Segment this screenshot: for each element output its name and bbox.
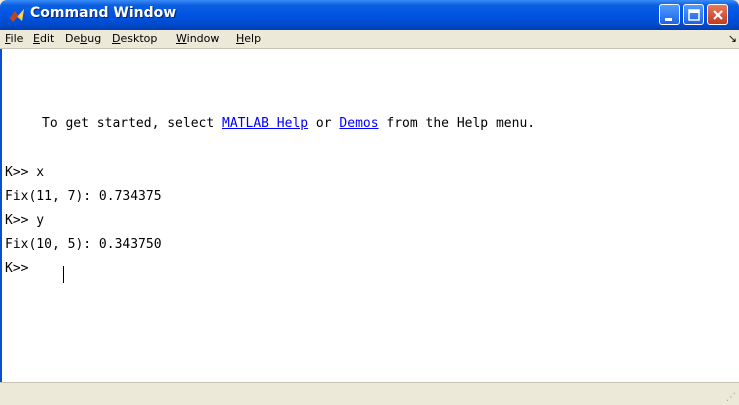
demos-link[interactable]: Demos — [339, 116, 378, 131]
minimize-icon — [665, 18, 672, 21]
maximize-icon — [688, 9, 700, 21]
console-line-output-x: Fix(11, 7): 0.734375 — [5, 189, 162, 204]
menu-file[interactable]: File — [5, 32, 23, 45]
menu-file-rest: ile — [10, 32, 24, 45]
command-window: Command Window File Edit Debug Desktop W… — [0, 0, 739, 405]
status-bar: ⋰ — [0, 382, 739, 405]
close-icon — [713, 10, 723, 20]
menu-window-rest: indow — [186, 32, 220, 45]
menu-window-mnemonic: W — [176, 32, 187, 45]
console-line-prompt-x: K>> x — [5, 165, 45, 180]
menu-desktop-rest: esktop — [120, 32, 158, 45]
minimize-button[interactable] — [659, 4, 680, 25]
menu-help[interactable]: Help — [236, 32, 261, 45]
menu-window[interactable]: Window — [176, 32, 219, 45]
matlab-help-link[interactable]: MATLAB Help — [222, 116, 308, 131]
intro-middle: or — [308, 116, 340, 131]
console-line-output-y: Fix(10, 5): 0.343750 — [5, 237, 162, 252]
menu-desktop[interactable]: Desktop — [112, 32, 157, 45]
intro-message: To get started, select MATLAB Help or De… — [42, 116, 535, 131]
menu-debug-rest: ug — [87, 32, 102, 45]
resize-grip-icon[interactable]: ⋰ — [726, 392, 736, 403]
console-line-prompt-y: K>> y — [5, 213, 45, 228]
menu-bar: File Edit Debug Desktop Window Help ↘ — [0, 30, 739, 49]
undock-arrow-icon[interactable]: ↘ — [728, 32, 737, 45]
close-button[interactable] — [707, 4, 728, 25]
console-line-active-prompt[interactable]: K>> — [5, 261, 36, 276]
title-bar[interactable]: Command Window — [0, 0, 739, 30]
text-cursor — [63, 266, 64, 283]
maximize-button[interactable] — [683, 4, 704, 25]
menu-debug-pre: De — [65, 32, 81, 45]
matlab-logo-icon — [10, 9, 24, 22]
command-console[interactable]: To get started, select MATLAB Help or De… — [2, 49, 739, 382]
menu-help-rest: elp — [244, 32, 262, 45]
menu-edit[interactable]: Edit — [33, 32, 54, 45]
menu-debug[interactable]: Debug — [65, 32, 101, 45]
menu-edit-mnemonic: E — [33, 32, 40, 45]
window-title: Command Window — [30, 5, 177, 21]
menu-edit-rest: dit — [39, 32, 55, 45]
intro-prefix: To get started, select — [42, 116, 223, 131]
intro-suffix: from the Help menu. — [378, 116, 536, 131]
